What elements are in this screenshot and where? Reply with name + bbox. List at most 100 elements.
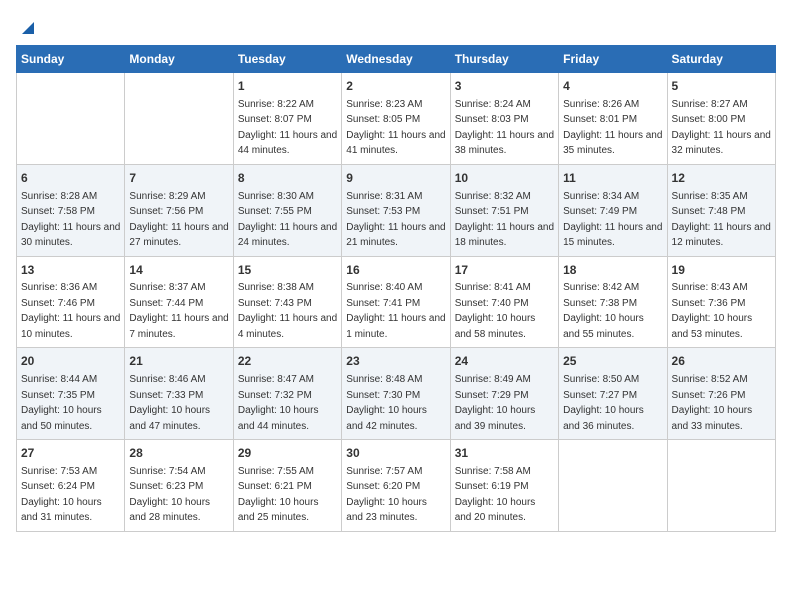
day-info: Sunrise: 8:40 AMSunset: 7:41 PMDaylight:… [346,282,445,340]
day-info: Sunrise: 8:36 AMSunset: 7:46 PMDaylight:… [21,282,120,340]
day-info: Sunrise: 8:47 AMSunset: 7:32 PMDaylight:… [238,374,319,432]
day-info: Sunrise: 8:34 AMSunset: 7:49 PMDaylight:… [563,191,662,249]
calendar-week-row: 6 Sunrise: 8:28 AMSunset: 7:58 PMDaylight… [17,164,776,256]
calendar-table: SundayMondayTuesdayWednesdayThursdayFrid… [16,45,776,532]
day-number: 13 [21,262,120,279]
day-info: Sunrise: 7:58 AMSunset: 6:19 PMDaylight:… [455,466,536,524]
calendar-week-row: 13 Sunrise: 8:36 AMSunset: 7:46 PMDayligh… [17,256,776,348]
day-info: Sunrise: 8:22 AMSunset: 8:07 PMDaylight:… [238,99,337,157]
day-number: 24 [455,353,554,370]
day-number: 20 [21,353,120,370]
day-number: 15 [238,262,337,279]
calendar-day-cell: 4 Sunrise: 8:26 AMSunset: 8:01 PMDaylight… [559,73,667,165]
day-number: 23 [346,353,445,370]
calendar-day-cell: 9 Sunrise: 8:31 AMSunset: 7:53 PMDaylight… [342,164,450,256]
day-number: 9 [346,170,445,187]
day-number: 14 [129,262,228,279]
calendar-day-cell: 8Sunrise: 8:30 AMSunset: 7:55 PMDaylight… [233,164,341,256]
day-number: 4 [563,78,662,95]
day-number: 1 [238,78,337,95]
day-number: 31 [455,445,554,462]
day-number: 22 [238,353,337,370]
day-info: Sunrise: 8:46 AMSunset: 7:33 PMDaylight:… [129,374,210,432]
calendar-day-cell: 18 Sunrise: 8:42 AMSunset: 7:38 PMDayligh… [559,256,667,348]
calendar-day-cell: 30Sunrise: 7:57 AMSunset: 6:20 PMDayligh… [342,440,450,532]
calendar-day-cell: 15 Sunrise: 8:38 AMSunset: 7:43 PMDayligh… [233,256,341,348]
calendar-day-cell: 23 Sunrise: 8:48 AMSunset: 7:30 PMDayligh… [342,348,450,440]
calendar-day-cell: 14 Sunrise: 8:37 AMSunset: 7:44 PMDayligh… [125,256,233,348]
calendar-week-row: 27 Sunrise: 7:53 AMSunset: 6:24 PMDayligh… [17,440,776,532]
day-info: Sunrise: 8:42 AMSunset: 7:38 PMDaylight:… [563,282,644,340]
calendar-day-cell: 10Sunrise: 8:32 AMSunset: 7:51 PMDayligh… [450,164,558,256]
day-info: Sunrise: 8:28 AMSunset: 7:58 PMDaylight:… [21,191,120,249]
logo-icon [18,16,38,36]
day-info: Sunrise: 7:53 AMSunset: 6:24 PMDaylight:… [21,466,102,524]
day-info: Sunrise: 8:48 AMSunset: 7:30 PMDaylight:… [346,374,427,432]
day-number: 8 [238,170,337,187]
day-number: 25 [563,353,662,370]
day-info: Sunrise: 7:57 AMSunset: 6:20 PMDaylight:… [346,466,427,524]
day-info: Sunrise: 8:44 AMSunset: 7:35 PMDaylight:… [21,374,102,432]
calendar-day-cell: 11 Sunrise: 8:34 AMSunset: 7:49 PMDayligh… [559,164,667,256]
day-number: 28 [129,445,228,462]
calendar-week-row: 20 Sunrise: 8:44 AMSunset: 7:35 PMDayligh… [17,348,776,440]
calendar-day-cell: 25 Sunrise: 8:50 AMSunset: 7:27 PMDayligh… [559,348,667,440]
weekday-header: Tuesday [233,46,341,73]
day-info: Sunrise: 8:49 AMSunset: 7:29 PMDaylight:… [455,374,536,432]
day-number: 16 [346,262,445,279]
day-info: Sunrise: 8:41 AMSunset: 7:40 PMDaylight:… [455,282,536,340]
day-info: Sunrise: 8:23 AMSunset: 8:05 PMDaylight:… [346,99,445,157]
day-number: 29 [238,445,337,462]
weekday-header: Wednesday [342,46,450,73]
day-info: Sunrise: 7:54 AMSunset: 6:23 PMDaylight:… [129,466,210,524]
day-number: 12 [672,170,771,187]
day-number: 2 [346,78,445,95]
calendar-day-cell: 6 Sunrise: 8:28 AMSunset: 7:58 PMDaylight… [17,164,125,256]
calendar-day-cell: 26 Sunrise: 8:52 AMSunset: 7:26 PMDayligh… [667,348,775,440]
day-info: Sunrise: 8:38 AMSunset: 7:43 PMDaylight:… [238,282,337,340]
day-number: 6 [21,170,120,187]
logo [16,16,38,37]
weekday-header-row: SundayMondayTuesdayWednesdayThursdayFrid… [17,46,776,73]
day-info: Sunrise: 8:50 AMSunset: 7:27 PMDaylight:… [563,374,644,432]
calendar-day-cell: 17 Sunrise: 8:41 AMSunset: 7:40 PMDayligh… [450,256,558,348]
calendar-day-cell: 24 Sunrise: 8:49 AMSunset: 7:29 PMDayligh… [450,348,558,440]
day-info: Sunrise: 8:31 AMSunset: 7:53 PMDaylight:… [346,191,445,249]
calendar-day-cell: 20 Sunrise: 8:44 AMSunset: 7:35 PMDayligh… [17,348,125,440]
day-number: 11 [563,170,662,187]
day-number: 5 [672,78,771,95]
calendar-day-cell [125,73,233,165]
calendar-day-cell: 28 Sunrise: 7:54 AMSunset: 6:23 PMDayligh… [125,440,233,532]
weekday-header: Thursday [450,46,558,73]
day-number: 18 [563,262,662,279]
calendar-day-cell: 27 Sunrise: 7:53 AMSunset: 6:24 PMDayligh… [17,440,125,532]
weekday-header: Monday [125,46,233,73]
day-number: 26 [672,353,771,370]
calendar-day-cell: 12Sunrise: 8:35 AMSunset: 7:48 PMDayligh… [667,164,775,256]
calendar-day-cell: 5 Sunrise: 8:27 AMSunset: 8:00 PMDaylight… [667,73,775,165]
calendar-day-cell: 7Sunrise: 8:29 AMSunset: 7:56 PMDaylight… [125,164,233,256]
day-number: 27 [21,445,120,462]
day-number: 3 [455,78,554,95]
calendar-week-row: 1 Sunrise: 8:22 AMSunset: 8:07 PMDaylight… [17,73,776,165]
day-number: 21 [129,353,228,370]
day-number: 19 [672,262,771,279]
day-info: Sunrise: 7:55 AMSunset: 6:21 PMDaylight:… [238,466,319,524]
calendar-day-cell [667,440,775,532]
day-number: 7 [129,170,228,187]
day-info: Sunrise: 8:27 AMSunset: 8:00 PMDaylight:… [672,99,771,157]
calendar-day-cell: 19 Sunrise: 8:43 AMSunset: 7:36 PMDayligh… [667,256,775,348]
day-number: 10 [455,170,554,187]
day-info: Sunrise: 8:26 AMSunset: 8:01 PMDaylight:… [563,99,662,157]
calendar-day-cell: 31 Sunrise: 7:58 AMSunset: 6:19 PMDayligh… [450,440,558,532]
day-info: Sunrise: 8:37 AMSunset: 7:44 PMDaylight:… [129,282,228,340]
weekday-header: Saturday [667,46,775,73]
day-number: 17 [455,262,554,279]
calendar-day-cell: 16 Sunrise: 8:40 AMSunset: 7:41 PMDayligh… [342,256,450,348]
page-header [16,16,776,37]
weekday-header: Friday [559,46,667,73]
day-info: Sunrise: 8:52 AMSunset: 7:26 PMDaylight:… [672,374,753,432]
day-info: Sunrise: 8:43 AMSunset: 7:36 PMDaylight:… [672,282,753,340]
calendar-day-cell: 1 Sunrise: 8:22 AMSunset: 8:07 PMDaylight… [233,73,341,165]
calendar-day-cell: 22 Sunrise: 8:47 AMSunset: 7:32 PMDayligh… [233,348,341,440]
